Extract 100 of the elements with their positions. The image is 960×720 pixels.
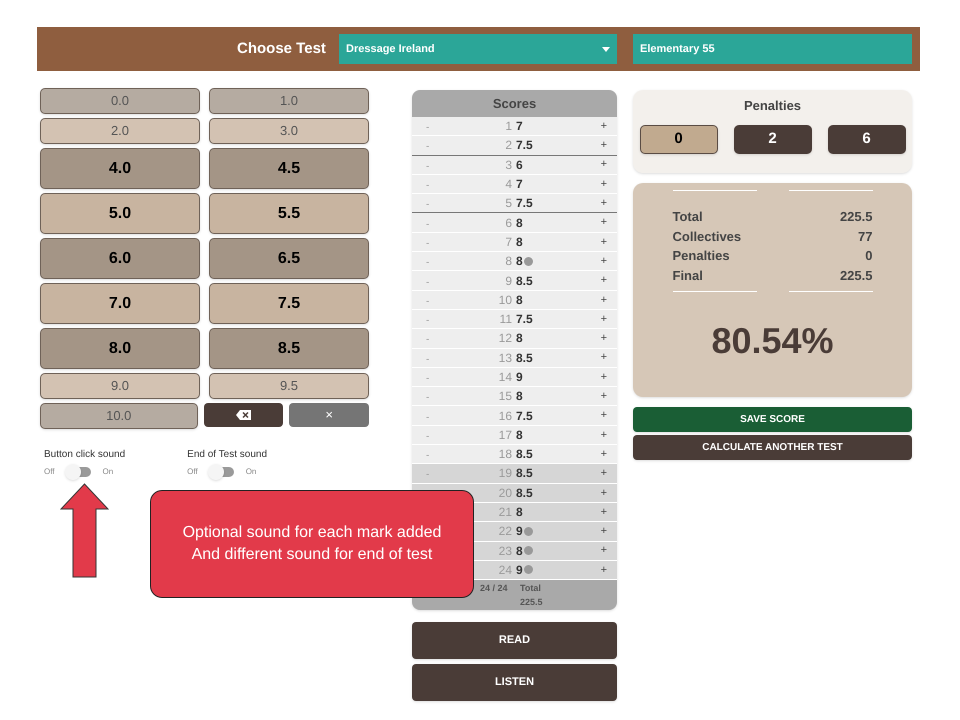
- annotation-text: Optional sound for each mark added: [182, 523, 442, 543]
- row-score: 8: [516, 214, 523, 232]
- row-number: 19: [498, 465, 512, 482]
- plus-button[interactable]: +: [600, 310, 607, 328]
- row-score: 7: [516, 118, 523, 136]
- penalty-button[interactable]: 6: [828, 124, 906, 154]
- plus-button[interactable]: +: [600, 562, 607, 578]
- penalty-button[interactable]: 0: [640, 124, 718, 154]
- plus-button[interactable]: +: [600, 388, 607, 405]
- plus-button[interactable]: +: [600, 368, 607, 386]
- mark-button[interactable]: 5.5: [209, 193, 369, 234]
- plus-button[interactable]: +: [600, 176, 607, 192]
- summary-label: Penalties: [672, 247, 730, 265]
- row-number: 4: [504, 176, 512, 194]
- plus-button[interactable]: +: [600, 252, 607, 270]
- plus-button[interactable]: +: [600, 349, 607, 366]
- row-score: 8: [516, 292, 523, 309]
- backspace-button[interactable]: [204, 403, 284, 427]
- annotation-text: And different sound for end of test: [192, 545, 432, 565]
- mark-button[interactable]: 2.0: [40, 118, 200, 144]
- row-score: 8: [516, 253, 523, 270]
- summary-label: Total: [672, 208, 703, 226]
- mark-button[interactable]: 6.0: [40, 238, 200, 279]
- row-number: 2: [504, 137, 512, 154]
- off-label: Off: [44, 466, 55, 478]
- row-number: 20: [498, 484, 512, 502]
- sound-toggle[interactable]: [210, 467, 234, 477]
- mark-button[interactable]: 9.5: [209, 373, 369, 399]
- row-number: 3: [504, 156, 512, 174]
- sound-label: Button click sound: [44, 448, 126, 462]
- plus-button[interactable]: +: [600, 272, 607, 289]
- row-score: 9: [516, 523, 523, 540]
- row-number: 18: [498, 446, 512, 464]
- row-score: 7: [516, 176, 523, 194]
- score-count: 24 / 24: [480, 582, 509, 596]
- plus-button[interactable]: +: [600, 118, 607, 134]
- row-score: 8.5: [516, 350, 533, 367]
- mark-button[interactable]: 7.5: [209, 283, 369, 324]
- penalties-title: Penalties: [744, 97, 802, 115]
- plus-button[interactable]: +: [600, 484, 607, 502]
- row-score: 7.5: [516, 195, 533, 212]
- caret-icon: [602, 46, 610, 52]
- plus-button[interactable]: +: [600, 446, 607, 462]
- row-score: 8.5: [516, 465, 533, 482]
- row-score: 7.5: [516, 137, 533, 154]
- note-icon: [524, 526, 533, 536]
- row-score: 6: [516, 156, 523, 174]
- mark-button[interactable]: 7.0: [40, 283, 200, 324]
- sound-label: End of Test sound: [187, 448, 268, 462]
- total-label: Total: [520, 582, 542, 596]
- clear-button[interactable]: ×: [289, 403, 369, 427]
- row-number: 24: [498, 562, 512, 579]
- off-label: Off: [187, 466, 198, 478]
- action-button[interactable]: LISTEN: [412, 664, 617, 701]
- penalty-button[interactable]: 2: [734, 124, 812, 154]
- plus-button[interactable]: +: [600, 156, 607, 173]
- plus-button[interactable]: +: [600, 407, 607, 424]
- row-number: 17: [498, 426, 512, 444]
- plus-button[interactable]: +: [600, 426, 607, 444]
- row-score: 8.5: [516, 272, 533, 290]
- mark-button[interactable]: 8.0: [40, 328, 200, 369]
- row-score: 7.5: [516, 408, 533, 425]
- plus-button[interactable]: +: [600, 292, 607, 308]
- row-score: 9: [516, 562, 523, 579]
- row-number: 14: [498, 369, 512, 386]
- row-number: 5: [504, 195, 512, 212]
- arrow-icon: [60, 483, 109, 578]
- row-score: 8: [516, 542, 523, 560]
- row-number: 13: [498, 350, 512, 367]
- plus-button[interactable]: +: [600, 195, 607, 212]
- row-score: 8: [516, 388, 523, 406]
- plus-button[interactable]: +: [600, 214, 607, 231]
- row-number: 9: [504, 272, 512, 290]
- action-button[interactable]: READ: [412, 622, 617, 659]
- mark-button[interactable]: 8.5: [209, 328, 369, 369]
- mark-button[interactable]: 4.5: [209, 148, 369, 189]
- on-label: On: [102, 466, 114, 478]
- plus-button[interactable]: +: [600, 234, 607, 250]
- plus-button[interactable]: +: [600, 330, 607, 347]
- summary-label: Collectives: [672, 228, 742, 246]
- action-button[interactable]: SAVE SCORE: [633, 407, 912, 432]
- action-button[interactable]: CALCULATE ANOTHER TEST: [633, 435, 912, 460]
- plus-button[interactable]: +: [600, 523, 607, 540]
- mark-button[interactable]: 6.5: [209, 238, 369, 279]
- plus-button[interactable]: +: [600, 542, 607, 559]
- plus-button[interactable]: +: [600, 465, 607, 482]
- row-number: 21: [498, 504, 512, 522]
- sound-toggle[interactable]: [66, 467, 91, 477]
- mark-button[interactable]: 4.0: [40, 148, 200, 189]
- row-number: 15: [498, 388, 512, 406]
- row-score: 8.5: [516, 446, 533, 464]
- mark-button[interactable]: 3.0: [209, 118, 369, 144]
- mark-button[interactable]: 9.0: [40, 373, 200, 399]
- plus-button[interactable]: +: [600, 137, 607, 154]
- row-number: 23: [498, 542, 512, 560]
- note-icon: [524, 256, 533, 266]
- plus-button[interactable]: +: [600, 504, 607, 520]
- row-number: 8: [504, 253, 512, 270]
- on-label: On: [246, 466, 256, 478]
- mark-button[interactable]: 5.0: [40, 193, 200, 234]
